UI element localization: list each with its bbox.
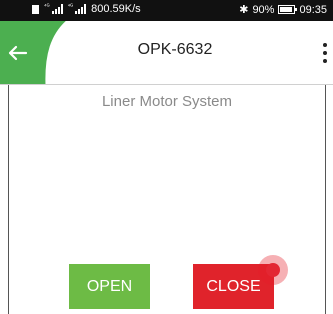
signal-label-2: ⁴ᴳ <box>67 4 74 10</box>
system-subtitle: Liner Motor System <box>101 93 233 110</box>
overflow-menu-icon <box>323 43 327 47</box>
main-content: Liner Motor System OPEN CLOSE <box>8 85 326 314</box>
battery-icon <box>278 5 298 14</box>
sim-icon <box>32 4 39 14</box>
network-speed: 800.59K/s <box>91 3 141 15</box>
signal-label: ⁴ᴳ <box>44 4 50 10</box>
bluetooth-icon: ✱ <box>239 4 249 16</box>
app-bar: OPK-6632 <box>0 21 333 85</box>
back-arrow-icon <box>8 45 28 61</box>
signal-icon-2: ⁴ᴳ <box>68 4 87 14</box>
back-button[interactable] <box>4 39 32 67</box>
open-button[interactable]: OPEN <box>69 264 150 309</box>
clock: 09:35 <box>299 3 327 16</box>
battery-percent: 90% <box>252 3 275 16</box>
touch-indicator <box>258 255 288 285</box>
status-bar: ⁴ᴳ ⁴ᴳ 800.59K/s ✱ 90% 09:35 <box>0 0 333 21</box>
status-left: ⁴ᴳ ⁴ᴳ 800.59K/s <box>32 3 141 15</box>
signal-icon: ⁴ᴳ <box>44 4 63 14</box>
overflow-menu-button[interactable] <box>317 39 333 67</box>
status-right: ✱ 90% 09:35 <box>239 3 327 17</box>
page-title: OPK-6632 <box>137 41 213 58</box>
